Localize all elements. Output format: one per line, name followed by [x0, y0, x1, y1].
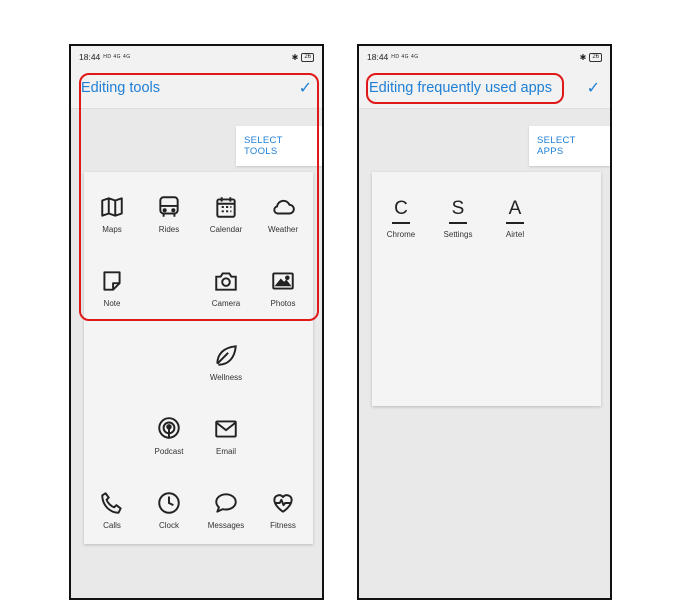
chat-bubble-icon [215, 493, 237, 513]
tool-podcast[interactable]: Podcast [141, 416, 197, 456]
tool-label: Messages [207, 521, 245, 530]
select-apps-button[interactable]: SELECT APPS [529, 126, 610, 166]
leaf-icon [216, 345, 237, 366]
tool-label: Fitness [270, 521, 296, 530]
app-label: Settings [443, 230, 473, 239]
bluetooth-icon: ✱ [579, 52, 587, 62]
network-indicator: HD 4G 4G [391, 54, 419, 60]
battery-icon: 26 [301, 52, 314, 62]
tool-email[interactable]: Email [198, 416, 254, 456]
tool-calls[interactable]: Calls [84, 490, 140, 530]
app-chrome[interactable]: C Chrome [373, 198, 429, 239]
phone-icon [101, 492, 122, 514]
app-label: Airtel [505, 230, 525, 239]
left-phone-screen: 18:44 HD 4G 4G ✱ 26 Editing tools ✓ SELE… [69, 44, 324, 600]
battery-icon: 26 [589, 52, 602, 62]
right-phone-screen: 18:44 HD 4G 4G ✱ 26 Editing frequently u… [357, 44, 612, 600]
app-letter-icon: S [451, 198, 465, 219]
tool-clock[interactable]: Clock [141, 490, 197, 530]
apps-card: C Chrome S Settings A Airtel [372, 172, 601, 406]
heart-pulse-icon [273, 494, 293, 513]
podcast-icon [158, 417, 180, 439]
tool-label: Wellness [209, 373, 243, 382]
tool-messages[interactable]: Messages [198, 490, 254, 530]
app-settings[interactable]: S Settings [430, 198, 486, 239]
highlight-box [366, 73, 564, 104]
app-letter-icon: A [508, 198, 522, 219]
tool-label: Email [215, 447, 236, 456]
status-bar: 18:44 HD 4G 4G ✱ 26 [71, 46, 322, 68]
app-airtel[interactable]: A Airtel [487, 198, 543, 239]
network-indicator: HD 4G 4G [103, 54, 131, 60]
mail-icon [215, 420, 237, 438]
tool-label: Podcast [154, 447, 184, 456]
bluetooth-icon: ✱ [291, 52, 299, 62]
tool-label: Calls [103, 521, 121, 530]
clock-icon [158, 492, 180, 514]
status-bar: 18:44 HD 4G 4G ✱ 26 [359, 46, 610, 68]
tool-label: Clock [158, 521, 179, 530]
status-time: 18:44 [79, 52, 101, 62]
highlight-box [79, 73, 319, 321]
app-letter-icon: C [394, 198, 408, 219]
status-time: 18:44 [367, 52, 389, 62]
tool-fitness[interactable]: Fitness [255, 490, 311, 530]
confirm-check-button[interactable]: ✓ [587, 78, 600, 98]
tool-wellness[interactable]: Wellness [198, 342, 254, 382]
app-label: Chrome [386, 230, 416, 239]
